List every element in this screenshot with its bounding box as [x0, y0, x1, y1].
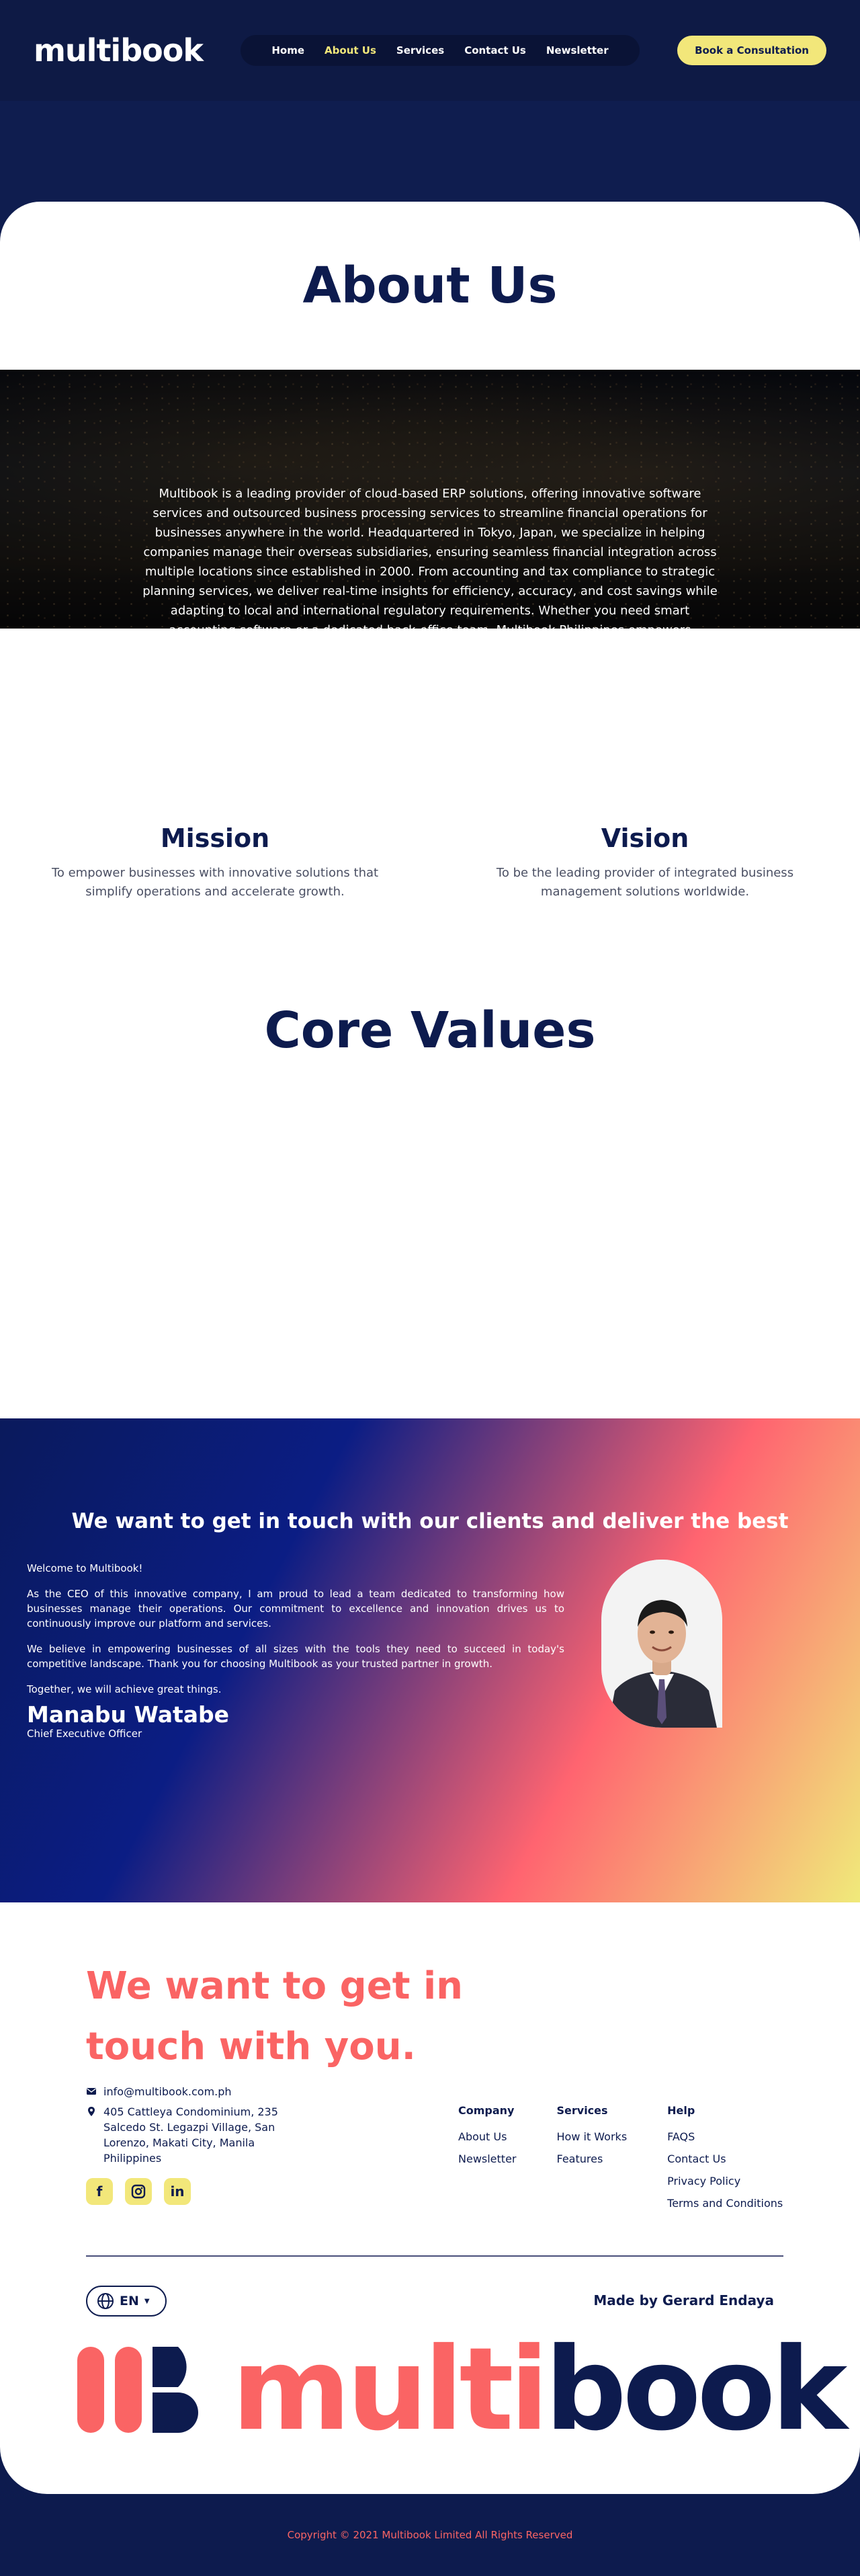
big-logo-multi: multi	[232, 2323, 549, 2456]
nav-newsletter[interactable]: Newsletter	[546, 44, 609, 56]
facebook-icon[interactable]: f	[86, 2178, 113, 2205]
footer-link-how-it-works[interactable]: How it Works	[557, 2130, 628, 2143]
help-heading: Help	[667, 2104, 695, 2117]
globe-icon	[97, 2293, 114, 2309]
help-links: Help FAQS Contact Us Privacy Policy Term…	[667, 2104, 783, 2210]
linkedin-icon[interactable]: in	[164, 2178, 191, 2205]
footer-link-about-us[interactable]: About Us	[458, 2130, 517, 2143]
nav-about-us[interactable]: About Us	[325, 44, 376, 56]
copyright: Copyright © 2021 Multibook Limited All R…	[287, 2529, 573, 2541]
vision-text: To be the leading provider of integrated…	[496, 866, 794, 899]
ceo-portrait-illustration	[601, 1560, 722, 1728]
big-logo-word: multibook	[232, 2333, 847, 2447]
mission-title: Mission	[160, 823, 270, 853]
mission-vision-section: Mission To empower businesses with innov…	[0, 629, 860, 1418]
ceo-paragraph-1: As the CEO of this innovative company, I…	[27, 1588, 564, 1629]
email-link[interactable]: info@multibook.com.ph	[103, 2084, 232, 2099]
services-heading: Services	[556, 2104, 608, 2117]
about-title-area: About Us	[0, 202, 860, 370]
made-by-credit: Made by Gerard Endaya	[593, 2292, 774, 2308]
footer-title: We want to get in touch with you.	[86, 1964, 464, 2068]
city-banner-image: Multibook is a leading provider of cloud…	[0, 370, 860, 629]
about-card: About Us Multibook is a leading provider…	[0, 202, 860, 629]
mission-vision-row: Mission To empower businesses with innov…	[0, 823, 860, 901]
ceo-message-section: We want to get in touch with our clients…	[0, 1418, 860, 1902]
footer-wrapper: We want to get in touch with you. info@m…	[0, 1902, 860, 2576]
footer-link-terms[interactable]: Terms and Conditions	[667, 2197, 783, 2210]
about-description: Multibook is a leading provider of cloud…	[142, 487, 718, 629]
email-row: info@multibook.com.ph	[86, 2084, 308, 2099]
vision-title: Vision	[601, 823, 689, 853]
footer-link-newsletter[interactable]: Newsletter	[458, 2152, 517, 2165]
multibook-mark-icon	[77, 2347, 198, 2433]
core-values-title: Core Values	[264, 1002, 596, 1059]
services-links: Services How it Works Features	[557, 2104, 628, 2210]
address-row: 405 Cattleya Condominium, 235 Salcedo St…	[86, 2104, 308, 2166]
location-pin-icon	[88, 2107, 95, 2116]
ceo-message: Welcome to Multibook! As the CEO of this…	[27, 1561, 564, 1741]
social-links: f in	[86, 2178, 308, 2205]
mail-icon	[87, 2088, 96, 2095]
ceo-greeting: Welcome to Multibook!	[27, 1562, 143, 1574]
about-title: About Us	[302, 257, 558, 315]
ceo-role: Chief Executive Officer	[27, 1728, 142, 1740]
ceo-closing: Together, we will achieve great things.	[27, 1683, 222, 1695]
footer-big-logo: multibook	[77, 2333, 847, 2447]
footer-link-contact-us[interactable]: Contact Us	[667, 2152, 783, 2165]
nav-home[interactable]: Home	[271, 44, 304, 56]
chevron-down-icon: ▼	[144, 2297, 150, 2305]
mission-block: Mission To empower businesses with innov…	[47, 823, 383, 901]
nav-services[interactable]: Services	[396, 44, 444, 56]
address-text: 405 Cattleya Condominium, 235 Salcedo St…	[103, 2105, 278, 2165]
ceo-name: Manabu Watabe	[27, 1701, 230, 1728]
language-label: EN	[120, 2294, 139, 2308]
main-nav: Home About Us Services Contact Us Newsle…	[241, 35, 640, 66]
footer-divider	[86, 2255, 783, 2257]
nav-contact-us[interactable]: Contact Us	[464, 44, 526, 56]
ceo-heading: We want to get in touch with our clients…	[71, 1509, 789, 1533]
contact-info: info@multibook.com.ph 405 Cattleya Condo…	[86, 2084, 308, 2205]
site-logo[interactable]: multibook	[34, 32, 204, 69]
big-logo-book: book	[544, 2323, 847, 2456]
mission-text: To empower businesses with innovative so…	[51, 866, 379, 899]
footer-links: Company About Us Newsletter Services How…	[458, 2104, 783, 2210]
language-selector[interactable]: EN ▼	[86, 2286, 167, 2317]
ceo-paragraph-2: We believe in empowering businesses of a…	[27, 1643, 564, 1670]
vision-block: Vision To be the leading provider of int…	[477, 823, 813, 901]
ceo-portrait	[601, 1560, 722, 1728]
company-heading: Company	[458, 2104, 515, 2117]
book-consultation-button[interactable]: Book a Consultation	[677, 36, 826, 65]
footer-link-features[interactable]: Features	[557, 2152, 628, 2165]
company-links: Company About Us Newsletter	[458, 2104, 517, 2210]
top-bar: multibook Home About Us Services Contact…	[0, 0, 860, 101]
site-header: multibook Home About Us Services Contact…	[0, 0, 860, 202]
footer-link-privacy-policy[interactable]: Privacy Policy	[667, 2175, 783, 2187]
footer-link-faqs[interactable]: FAQS	[667, 2130, 783, 2143]
footer-card: We want to get in touch with you. info@m…	[0, 1902, 860, 2494]
instagram-icon[interactable]	[125, 2178, 152, 2205]
